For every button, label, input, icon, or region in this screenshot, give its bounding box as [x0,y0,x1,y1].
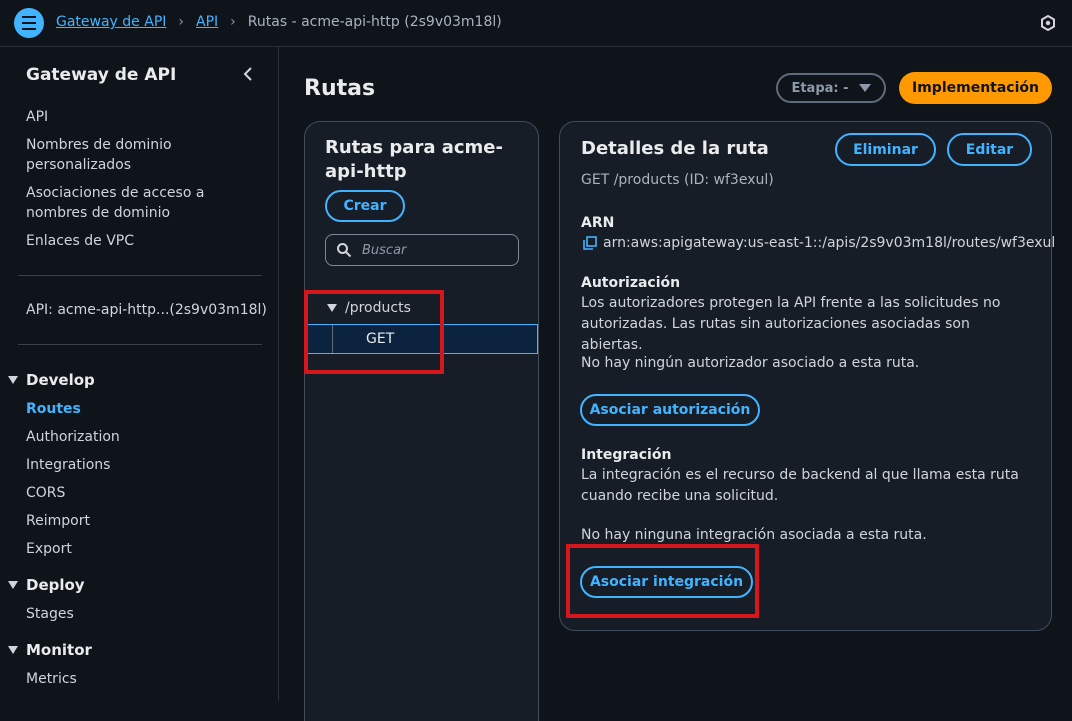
routes-panel: Rutas para acme-api-http Crear Buscar /p… [304,121,539,721]
deploy-button[interactable]: Implementación [899,72,1052,104]
caret-down-icon [8,376,18,384]
sidebar-item-custom-domains[interactable]: Nombres de dominio personalizados [26,135,226,175]
stage-select-value: Etapa: - [791,80,849,96]
caret-down-icon [8,581,18,589]
page-title: Rutas [304,76,376,101]
breadcrumb: Gateway de API › API › Rutas - acme-api-… [56,14,502,30]
top-navigation-bar: Gateway de API › API › Rutas - acme-api-… [0,0,1072,47]
sidebar-divider [18,344,262,345]
route-item-get[interactable]: GET [305,324,538,354]
section-develop[interactable]: Develop [8,371,95,389]
sidebar-title: Gateway de API [26,65,177,85]
sidebar-item-integrations[interactable]: Integrations [26,457,110,473]
routes-panel-title: Rutas para acme-api-http [325,137,503,182]
section-develop-label: Develop [26,371,95,389]
integration-description: La integración es el recurso de backend … [581,467,1019,504]
section-deploy-label: Deploy [26,576,85,594]
sidebar: Gateway de API API Nombres de dominio pe… [0,47,279,701]
search-icon [337,243,352,258]
edit-button[interactable]: Editar [947,133,1032,166]
sidebar-item-domain-access[interactable]: Asociaciones de acceso a nombres de domi… [26,183,256,223]
section-monitor[interactable]: Monitor [8,641,92,659]
arn-value: arn:aws:apigateway:us-east-1::/apis/2s9v… [603,235,1056,251]
route-subtitle: GET /products (ID: wf3exul) [581,172,774,188]
section-monitor-label: Monitor [26,641,92,659]
search-input[interactable]: Buscar [325,234,519,266]
breadcrumb-api[interactable]: API [196,14,218,30]
route-tree-products[interactable]: /products [327,300,411,316]
sidebar-item-authorization[interactable]: Authorization [26,429,120,445]
delete-button[interactable]: Eliminar [835,133,936,166]
create-route-button[interactable]: Crear [325,190,405,222]
integration-label: Integración [581,447,672,463]
sidebar-api-label[interactable]: API: acme-api-http...(2s9v03m18l) [26,300,267,320]
arn-label: ARN [581,215,615,231]
route-method-label: GET [366,331,395,347]
search-placeholder: Buscar [362,242,407,258]
tree-guide-line [332,325,333,353]
menu-icon[interactable] [14,8,44,38]
authorization-description: Los autorizadores protegen la API frente… [581,295,1001,353]
sidebar-item-cors[interactable]: CORS [26,485,65,501]
attach-integration-button[interactable]: Asociar integración [580,566,753,598]
arn-row: arn:aws:apigateway:us-east-1::/apis/2s9v… [583,235,1055,251]
sidebar-item-export[interactable]: Export [26,541,72,557]
stage-select[interactable]: Etapa: - [776,73,886,103]
copy-icon[interactable] [583,236,597,250]
route-path-label: /products [345,300,411,316]
chevron-left-icon[interactable] [240,65,256,83]
route-details-title: Detalles de la ruta [581,138,769,159]
sidebar-divider [18,275,262,276]
sidebar-item-vpc-links[interactable]: Enlaces de VPC [26,231,134,251]
sidebar-item-stages[interactable]: Stages [26,606,74,622]
integration-empty-text: No hay ninguna integración asociada a es… [581,527,927,543]
authorization-empty-text: No hay ningún autorizador asociado a est… [581,355,920,371]
route-details-panel: Detalles de la ruta Eliminar Editar GET … [559,121,1055,631]
sidebar-item-routes[interactable]: Routes [26,401,81,417]
settings-hexagon-icon[interactable] [1040,15,1056,31]
attach-authorization-button[interactable]: Asociar autorización [580,394,760,426]
caret-down-icon [8,646,18,654]
breadcrumb-current: Rutas - acme-api-http (2s9v03m18l) [247,14,502,30]
sidebar-item-reimport[interactable]: Reimport [26,513,90,529]
caret-down-icon [858,84,871,92]
breadcrumb-gateway[interactable]: Gateway de API [56,14,166,30]
sidebar-item-api[interactable]: API [26,107,48,127]
section-deploy[interactable]: Deploy [8,576,85,594]
sidebar-item-metrics[interactable]: Metrics [26,671,77,687]
chevron-right-icon: › [230,14,236,30]
authorization-label: Autorización [581,275,681,291]
caret-down-icon [327,304,337,312]
chevron-right-icon: › [178,14,185,30]
